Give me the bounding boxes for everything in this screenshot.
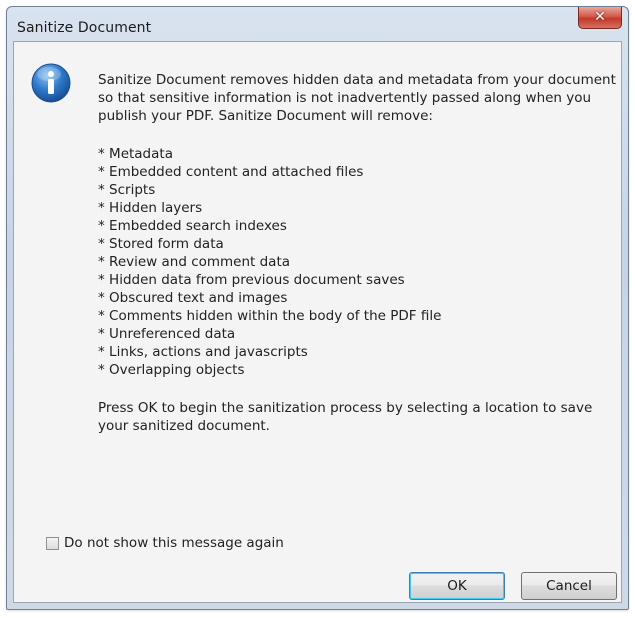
list-item: * Hidden layers bbox=[98, 200, 203, 216]
cancel-button[interactable]: Cancel bbox=[521, 572, 617, 600]
dont-show-again-option[interactable]: Do not show this message again bbox=[46, 535, 284, 551]
title-bar[interactable]: Sanitize Document ✕ bbox=[7, 7, 628, 41]
list-item: * Links, actions and javascripts bbox=[98, 344, 308, 360]
sanitize-document-dialog: Sanitize Document ✕ Sanitize Document re… bbox=[6, 6, 629, 610]
list-item: * Comments hidden within the body of the… bbox=[98, 308, 442, 324]
list-item: * Hidden data from previous document sav… bbox=[98, 272, 405, 288]
outro-paragraph: Press OK to begin the sanitization proce… bbox=[98, 400, 593, 434]
close-icon: ✕ bbox=[594, 9, 606, 25]
list-item: * Stored form data bbox=[98, 236, 224, 252]
list-item: * Embedded search indexes bbox=[98, 218, 287, 234]
info-icon bbox=[31, 63, 71, 103]
dialog-title: Sanitize Document bbox=[17, 20, 152, 36]
list-item: * Overlapping objects bbox=[98, 362, 245, 378]
list-item: * Embedded content and attached files bbox=[98, 164, 364, 180]
list-item: * Obscured text and images bbox=[98, 290, 288, 306]
ok-button[interactable]: OK bbox=[409, 572, 505, 600]
message-text: Sanitize Document removes hidden data an… bbox=[98, 71, 618, 435]
list-item: * Review and comment data bbox=[98, 254, 291, 270]
dont-show-again-checkbox[interactable] bbox=[46, 536, 59, 550]
list-item: * Unreferenced data bbox=[98, 326, 236, 342]
removed-items-list: * Metadata * Embedded content and attach… bbox=[98, 145, 618, 379]
list-item: * Scripts bbox=[98, 182, 156, 198]
dialog-body: Sanitize Document removes hidden data an… bbox=[13, 41, 622, 603]
intro-paragraph: Sanitize Document removes hidden data an… bbox=[98, 72, 616, 124]
list-item: * Metadata bbox=[98, 146, 173, 162]
dont-show-again-label: Do not show this message again bbox=[64, 535, 284, 551]
close-button[interactable]: ✕ bbox=[578, 7, 622, 29]
